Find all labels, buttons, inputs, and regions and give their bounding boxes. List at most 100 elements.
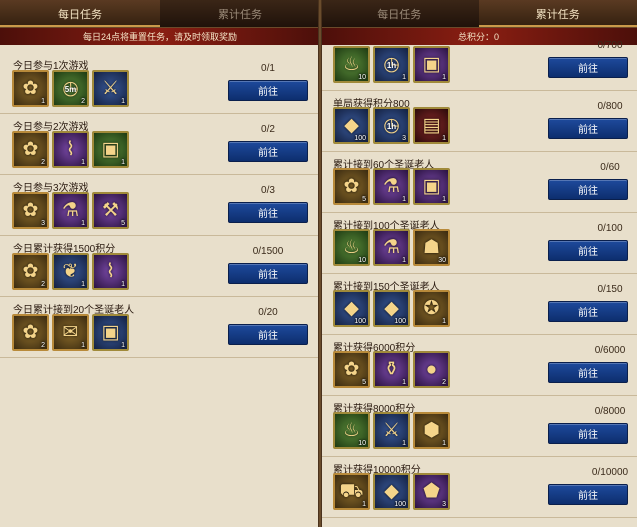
- reward-item[interactable]: ▣ 1: [413, 168, 450, 205]
- reward-item[interactable]: ⚱ 1: [373, 351, 410, 388]
- reward-item[interactable]: ✿ 1: [12, 70, 49, 107]
- item-quantity: 1: [402, 257, 406, 264]
- reward-item[interactable]: ✿ 2: [12, 253, 49, 290]
- reward-item[interactable]: ⌇ 1: [52, 131, 89, 168]
- golden-helmet-icon: ☗: [422, 237, 441, 258]
- wreath-icon: ✿: [343, 176, 360, 197]
- reward-item[interactable]: ✿ 5: [333, 168, 370, 205]
- go-button[interactable]: 前往: [228, 202, 308, 223]
- item-duration-label: 1h: [386, 61, 397, 70]
- go-button[interactable]: 前往: [548, 118, 628, 139]
- tab-cumulative-tasks[interactable]: 累计任务: [160, 0, 320, 27]
- task-progress: 0/10000: [591, 467, 629, 478]
- task-row: 今日参与1次游戏 0/1 ✿ 1 ◷ 5m 2 ⚔ 1 前往: [0, 53, 320, 114]
- item-quantity: 10: [358, 74, 366, 81]
- reward-item[interactable]: ✿ 5: [333, 351, 370, 388]
- go-button[interactable]: 前往: [548, 423, 628, 444]
- tab-cumulative-tasks[interactable]: 累计任务: [478, 0, 637, 27]
- reward-item[interactable]: ⚗ 1: [373, 229, 410, 266]
- tab-daily-tasks[interactable]: 每日任务: [320, 0, 479, 27]
- reward-item[interactable]: ✪ 1: [413, 290, 450, 327]
- reward-item[interactable]: ♨ 10: [333, 46, 370, 83]
- task-row: 累计接到100个圣诞老人 0/100 ♨ 10 ⚗ 1 ☗ 30 前往: [320, 213, 637, 274]
- task-row: 累计获得10000积分 0/10000 ⛟ 1 ◆ 100 ⬟ 3 前往: [320, 457, 637, 518]
- task-list[interactable]: 0/700 ♨ 10 ◷ 1h 1 ▣ 1 前往 单局获得积分800 0/800 ◆ 100 ◷ 1h 3 ▤ 1…: [320, 30, 637, 518]
- reward-item[interactable]: ◷ 1h 1: [373, 46, 410, 83]
- reward-item[interactable]: ✿ 3: [12, 192, 49, 229]
- reward-item[interactable]: ▣ 1: [92, 131, 129, 168]
- item-quantity: 10: [358, 440, 366, 447]
- potion-icon: ⚗: [382, 237, 401, 258]
- daily-tasks-panel: 每日任务 累计任务 每日24点将重置任务，请及时领取奖励 今日参与1次游戏 0/1…: [0, 0, 320, 527]
- reward-item[interactable]: ⚒ 5: [92, 192, 129, 229]
- reward-item[interactable]: ◷ 5m 2: [52, 70, 89, 107]
- item-duration-label: 5m: [64, 85, 77, 94]
- go-button[interactable]: 前往: [548, 484, 628, 505]
- reward-item[interactable]: ⚔ 1: [92, 70, 129, 107]
- item-quantity: 1: [402, 379, 406, 386]
- reward-items: ♨ 10 ⚔ 1 ⬢ 1: [333, 412, 450, 449]
- reward-item[interactable]: ⚗ 1: [52, 192, 89, 229]
- go-button[interactable]: 前往: [228, 80, 308, 101]
- reward-item[interactable]: ✿ 2: [12, 314, 49, 351]
- go-button[interactable]: 前往: [548, 240, 628, 261]
- task-progress: 0/8000: [594, 406, 626, 417]
- reward-item[interactable]: ⚔ 1: [373, 412, 410, 449]
- reward-item[interactable]: ⚗ 1: [373, 168, 410, 205]
- go-button[interactable]: 前往: [548, 301, 628, 322]
- axe-icon: ⚒: [101, 200, 120, 221]
- task-row: 今日参与3次游戏 0/3 ✿ 3 ⚗ 1 ⚒ 5 前往: [0, 175, 320, 236]
- reward-item[interactable]: ◆ 100: [333, 290, 370, 327]
- task-progress: 0/700: [597, 40, 623, 51]
- diamond-icon: ◆: [384, 481, 399, 502]
- reward-item[interactable]: ◆ 100: [333, 107, 370, 144]
- reward-item[interactable]: ⛟ 1: [333, 473, 370, 510]
- reward-items: ♨ 10 ⚗ 1 ☗ 30: [333, 229, 450, 266]
- reward-item[interactable]: ♨ 10: [333, 412, 370, 449]
- task-row: 今日累计获得1500积分 0/1500 ✿ 2 ❦ 1 ⌇ 1 前往: [0, 236, 320, 297]
- go-button[interactable]: 前往: [548, 57, 628, 78]
- tab-bar: 每日任务 累计任务: [0, 0, 320, 28]
- orb-icon: ●: [425, 359, 438, 380]
- reward-item[interactable]: ☗ 30: [413, 229, 450, 266]
- reward-item[interactable]: ▤ 1: [413, 107, 450, 144]
- tab-daily-tasks[interactable]: 每日任务: [0, 0, 160, 27]
- reward-item[interactable]: ❦ 1: [52, 253, 89, 290]
- reward-item[interactable]: ◷ 1h 3: [373, 107, 410, 144]
- task-list[interactable]: 今日参与1次游戏 0/1 ✿ 1 ◷ 5m 2 ⚔ 1 前往 今日参与2次游戏 0/2 ✿ 2 ⌇ 1 ▣ 1 前往…: [0, 53, 320, 358]
- item-quantity: 2: [41, 159, 45, 166]
- item-quantity: 3: [41, 220, 45, 227]
- reward-item[interactable]: ⬟ 3: [413, 473, 450, 510]
- reward-item[interactable]: ◆ 100: [373, 473, 410, 510]
- sled-icon: ⛟: [339, 481, 364, 502]
- go-button[interactable]: 前往: [228, 324, 308, 345]
- reward-item[interactable]: ♨ 10: [333, 229, 370, 266]
- reward-item[interactable]: ▣ 1: [413, 46, 450, 83]
- reward-item[interactable]: ⬢ 1: [413, 412, 450, 449]
- go-button[interactable]: 前往: [228, 263, 308, 284]
- task-progress: 0/3: [261, 185, 275, 196]
- item-quantity: 3: [442, 501, 446, 508]
- golden-ornament-icon: ✪: [423, 298, 440, 319]
- go-button[interactable]: 前往: [228, 141, 308, 162]
- reward-item[interactable]: ◆ 100: [373, 290, 410, 327]
- item-quantity: 1: [121, 98, 125, 105]
- task-row: 今日参与2次游戏 0/2 ✿ 2 ⌇ 1 ▣ 1 前往: [0, 114, 320, 175]
- potion-icon: ⚗: [61, 200, 80, 221]
- treasure-chest-icon: ▣: [101, 322, 120, 343]
- reward-items: ✿ 5 ⚱ 1 ● 2: [333, 351, 450, 388]
- go-button[interactable]: 前往: [548, 362, 628, 383]
- reward-item[interactable]: ▣ 1: [92, 314, 129, 351]
- cumulative-tasks-panel: 每日任务 累计任务 总积分：0 0/700 ♨ 10 ◷ 1h 1 ▣ 1 前往 单局获得积分80…: [320, 0, 637, 527]
- go-button[interactable]: 前往: [548, 179, 628, 200]
- reward-item[interactable]: ✉ 1: [52, 314, 89, 351]
- reward-items: ✿ 2 ❦ 1 ⌇ 1: [12, 253, 129, 290]
- reward-item[interactable]: ⌇ 1: [92, 253, 129, 290]
- task-row: 单局获得积分800 0/800 ◆ 100 ◷ 1h 3 ▤ 1 前往: [320, 91, 637, 152]
- reward-items: ✿ 3 ⚗ 1 ⚒ 5: [12, 192, 129, 229]
- reward-items: ✿ 2 ⌇ 1 ▣ 1: [12, 131, 129, 168]
- item-quantity: 1: [81, 220, 85, 227]
- reward-item[interactable]: ● 2: [413, 351, 450, 388]
- item-quantity: 1: [442, 135, 446, 142]
- reward-item[interactable]: ✿ 2: [12, 131, 49, 168]
